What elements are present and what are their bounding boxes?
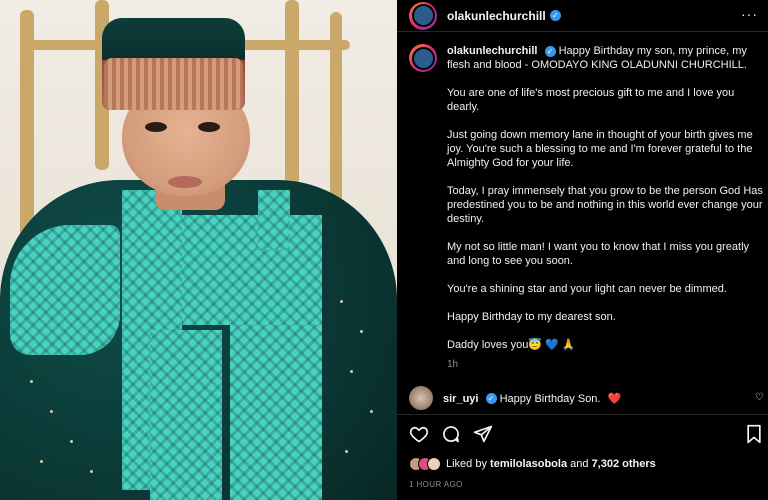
author-avatar[interactable] (409, 1, 437, 30)
comment-bubble-icon[interactable] (441, 424, 461, 449)
post-timestamp: 1 HOUR AGO (409, 480, 463, 489)
verified-badge-icon: ✓ (549, 10, 561, 21)
caption-paragraph: My not so little man! I want you to know… (447, 241, 750, 267)
caption: olakunlechurchill ✓ Happy Birthday my so… (409, 44, 764, 372)
author-username[interactable]: olakunlechurchill (447, 9, 546, 23)
caption-avatar[interactable] (409, 44, 437, 72)
cap-embroidery (104, 58, 243, 110)
caption-username[interactable]: olakunlechurchill (447, 45, 537, 57)
likes-summary: Liked by temilolasobola and 7,302 others (409, 457, 656, 471)
likes-count[interactable]: 7,302 others (592, 458, 656, 470)
commenter-avatar[interactable] (409, 386, 433, 410)
likes-user[interactable]: temilolasobola (490, 458, 567, 470)
caption-text: olakunlechurchill ✓ Happy Birthday my so… (447, 44, 764, 372)
verified-badge-icon: ✓ (485, 393, 497, 405)
chair-frame (285, 0, 299, 200)
post-time[interactable]: 1h (447, 358, 764, 372)
likes-prefix: Liked by (446, 458, 487, 470)
eye (145, 122, 167, 132)
post-photo[interactable] (0, 0, 397, 500)
post-header: olakunlechurchill ✓ ··· (397, 0, 768, 32)
embroidery (230, 325, 322, 500)
share-send-icon[interactable] (473, 424, 493, 449)
likes-and: and (570, 458, 589, 470)
embroidery (182, 215, 322, 325)
action-bar (409, 424, 764, 446)
eye (198, 122, 220, 132)
like-heart-icon[interactable] (409, 424, 429, 449)
embroidery (150, 330, 222, 500)
caption-paragraph: You are one of life's most precious gift… (447, 87, 735, 113)
verified-badge-icon: ✓ (544, 45, 556, 57)
comment-body: Happy Birthday Son. (499, 392, 601, 405)
commenter-username[interactable]: sir_uyi (443, 393, 478, 405)
embroidery (10, 225, 120, 355)
bookmark-save-icon[interactable] (745, 424, 763, 449)
lips (168, 176, 202, 188)
embroidery (258, 190, 290, 250)
comment-row: sir_uyi ✓ Happy Birthday Son. ❤️ (409, 386, 764, 410)
comment-text: sir_uyi ✓ Happy Birthday Son. ❤️ (443, 392, 621, 405)
caption-paragraph: You're a shining star and your light can… (447, 283, 727, 295)
caption-paragraph: Just going down memory lane in thought o… (447, 129, 753, 169)
comment-emoji: ❤️ (607, 392, 622, 405)
liker-avatar (427, 457, 441, 471)
caption-paragraph: Happy Birthday to my dearest son. (447, 311, 616, 323)
caption-paragraph: Today, I pray immensely that you grow to… (447, 185, 763, 225)
caption-paragraph: Daddy loves you😇 💙 🙏 (447, 339, 576, 351)
divider (397, 414, 768, 415)
post-panel: olakunlechurchill ✓ ··· olakunlechurchil… (397, 0, 768, 500)
more-options-icon[interactable]: ··· (741, 6, 758, 22)
like-comment-icon[interactable]: ♡ (755, 392, 764, 403)
